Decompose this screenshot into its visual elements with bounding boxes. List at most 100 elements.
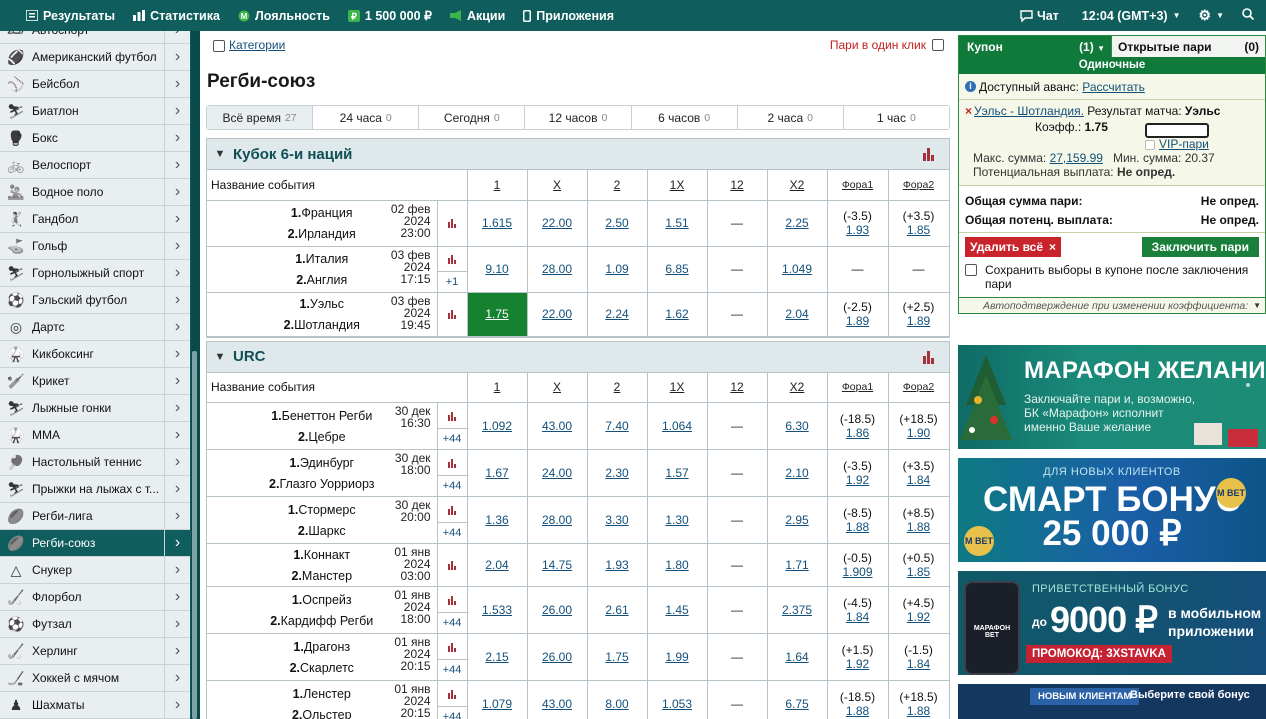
odds-cell-o2[interactable]: 3.30 xyxy=(587,496,648,544)
promo-link[interactable]: Акции xyxy=(441,0,514,31)
apps-link[interactable]: Приложения xyxy=(514,0,623,31)
handicap-cell-f2[interactable]: (+2.5) 1.89 xyxy=(888,292,950,337)
odds-cell-ox[interactable]: 22.00 xyxy=(527,292,588,337)
results-link[interactable]: Результаты xyxy=(0,0,124,31)
column-header-c2[interactable]: 2 xyxy=(587,372,648,403)
column-header-c12[interactable]: 12 xyxy=(707,372,768,403)
sidebar-item[interactable]: 🤾 Гандбол › xyxy=(0,205,190,233)
odds-value[interactable]: 1.049 xyxy=(782,262,812,276)
event-name-cell[interactable]: 1.Коннакт 2.Манстер 01 янв 2024 03:00 xyxy=(207,543,438,587)
column-header-c1x[interactable]: 1X xyxy=(647,372,708,403)
odds-value[interactable]: 2.24 xyxy=(605,307,628,321)
odds-cell-o1x[interactable]: 1.053 xyxy=(647,680,708,719)
handicap-odds[interactable]: 1.89 xyxy=(889,314,949,328)
odds-cell-o2[interactable]: 1.93 xyxy=(587,543,648,587)
handicap-cell-f2[interactable]: (+8.5) 1.88 xyxy=(888,496,950,544)
column-header-f1[interactable]: Фора1 xyxy=(827,170,889,201)
delete-all-button[interactable]: Удалить всё × xyxy=(965,237,1062,257)
handicap-odds[interactable]: 1.84 xyxy=(889,473,949,487)
chevron-right-icon[interactable]: › xyxy=(164,151,190,179)
odds-value[interactable]: 2.61 xyxy=(605,603,628,617)
more-markets-link[interactable]: +44 xyxy=(437,659,467,680)
banner-choose-bonus[interactable]: НОВЫМ КЛИЕНТАМ Выберите свой бонус xyxy=(958,684,1266,719)
sidebar-scrollbar-thumb[interactable] xyxy=(192,351,197,719)
odds-value[interactable]: — xyxy=(731,558,743,572)
chevron-right-icon[interactable]: › xyxy=(164,340,190,368)
event-name-cell[interactable]: 1.Бенеттон Регби 2.Цебре 30 дек 16:30 xyxy=(207,402,438,450)
odds-cell-o1[interactable]: 1.36 xyxy=(467,496,528,544)
odds-value[interactable]: 2.50 xyxy=(605,216,628,230)
max-sum-link[interactable]: 27,159.99 xyxy=(1050,151,1103,165)
odds-value[interactable]: — xyxy=(731,513,743,527)
odds-cell-o1x[interactable]: 1.99 xyxy=(647,633,708,681)
chevron-right-icon[interactable]: › xyxy=(164,259,190,287)
column-header-c1[interactable]: 1 xyxy=(467,170,528,201)
chevron-right-icon[interactable]: › xyxy=(164,31,190,44)
handicap-odds[interactable]: 1.85 xyxy=(889,223,949,237)
odds-cell-o1x[interactable]: 1.62 xyxy=(647,292,708,337)
odds-cell-o12[interactable]: — xyxy=(707,292,768,337)
odds-cell-o12[interactable]: — xyxy=(707,246,768,293)
odds-value[interactable]: 9.10 xyxy=(485,262,508,276)
odds-value[interactable]: 7.40 xyxy=(605,419,628,433)
column-header-f1[interactable]: Фора1 xyxy=(827,372,889,403)
handicap-odds[interactable]: 1.84 xyxy=(889,657,949,671)
stats-icon[interactable] xyxy=(448,505,456,515)
more-markets-link[interactable]: +44 xyxy=(437,522,467,543)
chevron-right-icon[interactable]: › xyxy=(164,178,190,206)
odds-cell-ox2[interactable]: 6.75 xyxy=(767,680,828,719)
handicap-cell-f2[interactable]: (+4.5) 1.92 xyxy=(888,586,950,634)
handicap-cell-f1[interactable]: — xyxy=(827,246,889,293)
time-filter-option[interactable]: 1 час 0 xyxy=(843,106,949,129)
handicap-odds[interactable]: 1.92 xyxy=(889,610,949,624)
odds-value[interactable]: 2.25 xyxy=(785,216,808,230)
save-selections-row[interactable]: Сохранить выборы в купоне после заключен… xyxy=(959,261,1265,297)
stats-icon[interactable] xyxy=(448,689,456,699)
column-header-cx[interactable]: X xyxy=(527,170,588,201)
event-name-cell[interactable]: 1.Италия 2.Англия 03 фев 2024 17:15 xyxy=(207,246,438,293)
handicap-cell-f1[interactable]: (-8.5) 1.88 xyxy=(827,496,889,544)
handicap-odds[interactable]: 1.86 xyxy=(828,426,888,440)
odds-cell-o1x[interactable]: 1.064 xyxy=(647,402,708,450)
banner-app-bonus[interactable]: МАРАФОН BET ПРИВЕТСТВЕННЫЙ БОНУС до 9000… xyxy=(958,571,1266,675)
odds-value[interactable]: 2.30 xyxy=(605,466,628,480)
more-markets-link[interactable]: +44 xyxy=(437,612,467,633)
chevron-right-icon[interactable]: › xyxy=(164,232,190,260)
odds-cell-ox2[interactable]: 1.64 xyxy=(767,633,828,681)
handicap-cell-f1[interactable]: (-2.5) 1.89 xyxy=(827,292,889,337)
column-header-cx2[interactable]: X2 xyxy=(767,372,828,403)
column-header-cx[interactable]: X xyxy=(527,372,588,403)
odds-value[interactable]: 43.00 xyxy=(542,419,572,433)
event-name-cell[interactable]: 1.Ленстер 2.Ольстер 01 янв 2024 20:15 xyxy=(207,680,438,719)
chevron-right-icon[interactable]: › xyxy=(164,43,190,71)
sidebar-item[interactable]: 🏈 Американский футбол › xyxy=(0,43,190,71)
chevron-right-icon[interactable]: › xyxy=(164,70,190,98)
odds-cell-ox[interactable]: 28.00 xyxy=(527,496,588,544)
timezone-selector[interactable]: 12:04 (GMT+3) ▼ xyxy=(1068,0,1190,31)
odds-value[interactable]: 1.533 xyxy=(482,603,512,617)
odds-value[interactable]: 6.30 xyxy=(785,419,808,433)
loyalty-link[interactable]: M Лояльность xyxy=(229,0,339,31)
odds-value[interactable]: — xyxy=(731,262,743,276)
handicap-cell-f2[interactable]: (-1.5) 1.84 xyxy=(888,633,950,681)
odds-cell-o1[interactable]: 1.75 xyxy=(467,292,528,337)
auto-confirm-row[interactable]: Автоподтверждение при изменении коэффици… xyxy=(959,297,1265,313)
chevron-right-icon[interactable]: › xyxy=(164,448,190,476)
odds-value[interactable]: 3.30 xyxy=(605,513,628,527)
odds-cell-o1[interactable]: 1.092 xyxy=(467,402,528,450)
handicap-odds[interactable]: 1.89 xyxy=(828,314,888,328)
odds-value[interactable]: 1.36 xyxy=(485,513,508,527)
odds-cell-ox2[interactable]: 2.25 xyxy=(767,200,828,247)
column-header-c1[interactable]: 1 xyxy=(467,372,528,403)
odds-cell-ox[interactable]: 28.00 xyxy=(527,246,588,293)
league-stats-icon[interactable] xyxy=(923,147,945,161)
search-button[interactable] xyxy=(1233,0,1266,31)
sidebar-item[interactable]: 🏉 Регби-лига › xyxy=(0,502,190,530)
more-markets-link[interactable]: +44 xyxy=(437,428,467,449)
odds-value[interactable]: 28.00 xyxy=(542,513,572,527)
odds-value[interactable]: 22.00 xyxy=(542,216,572,230)
chevron-right-icon[interactable]: › xyxy=(164,475,190,503)
odds-cell-o2[interactable]: 2.30 xyxy=(587,449,648,497)
stats-icon[interactable] xyxy=(448,411,456,421)
banner-marathon-wishes[interactable]: МАРАФОН ЖЕЛАНИЙ Заключайте пари и, возмо… xyxy=(958,345,1266,449)
